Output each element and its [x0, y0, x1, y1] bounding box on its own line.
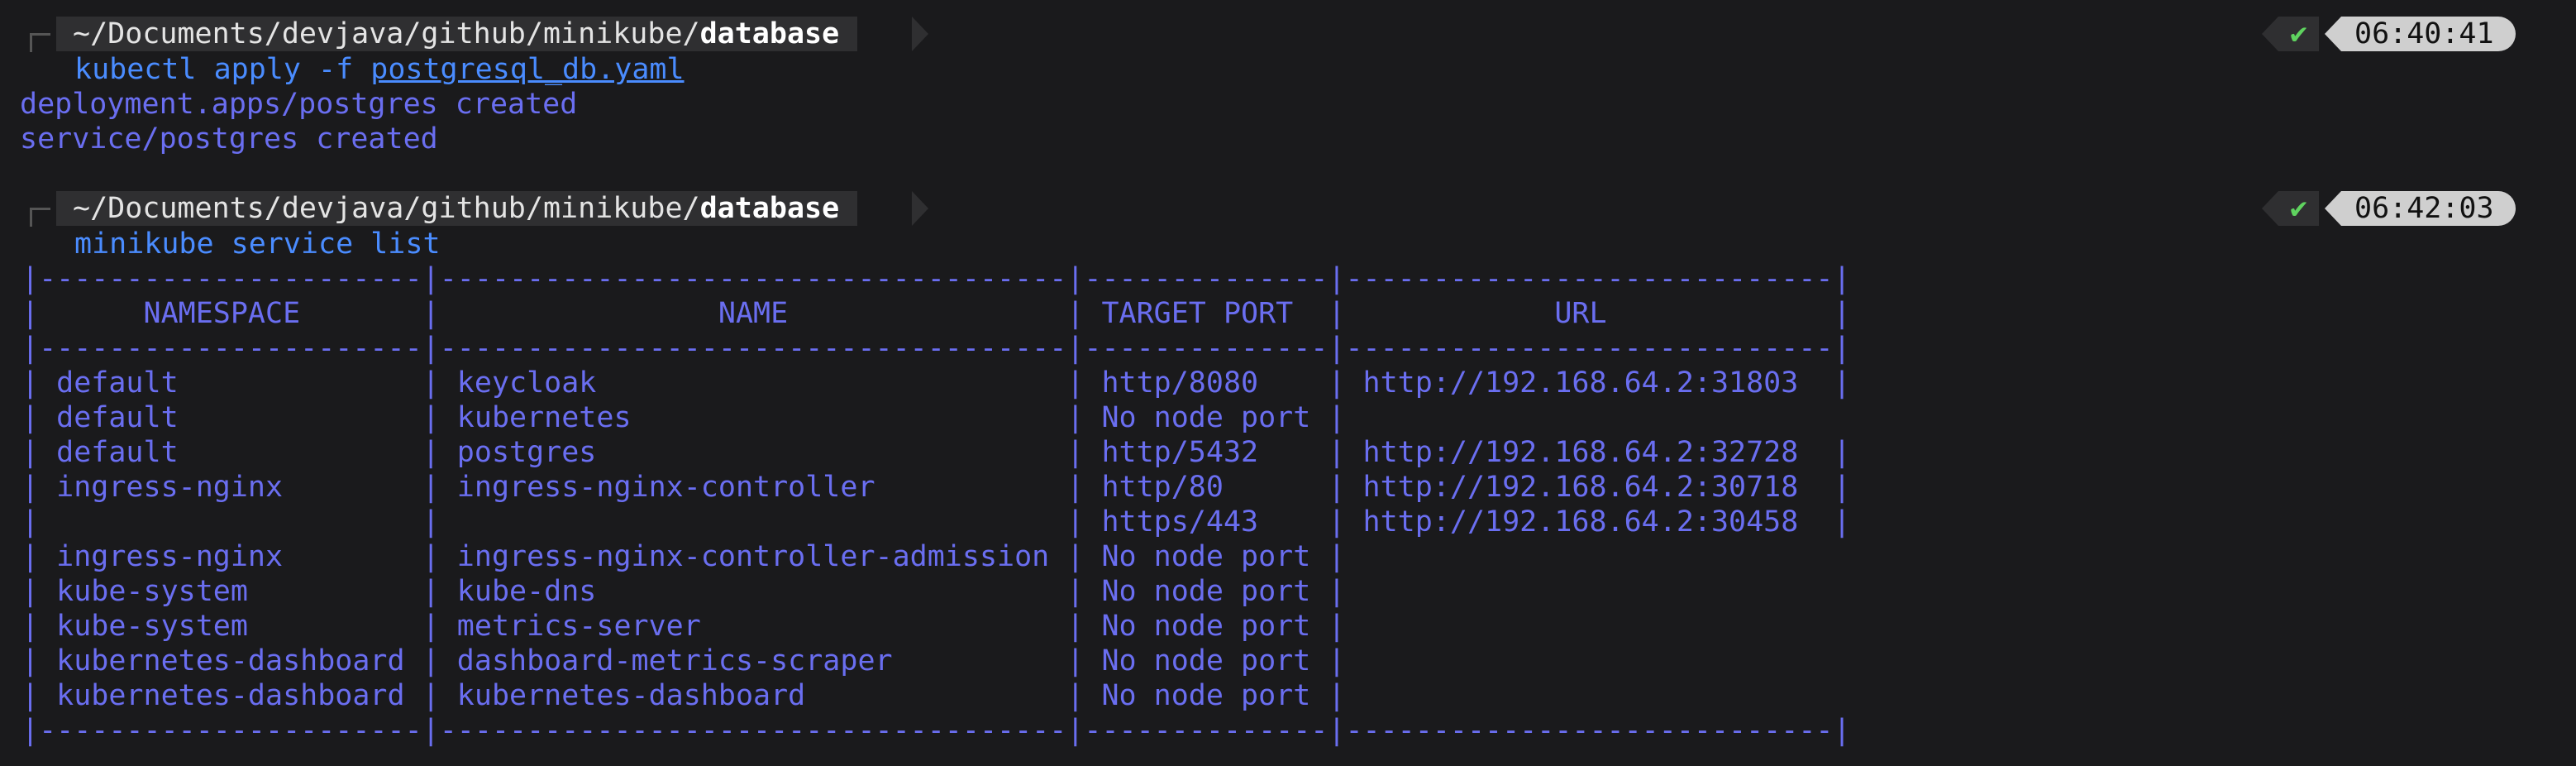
- table-row: | | | https/443 | http://192.168.64.2:30…: [21, 505, 1851, 539]
- time-arrow: [2325, 191, 2341, 226]
- prompt-arrow: [912, 17, 928, 51]
- output-line: deployment.apps/postgres created: [20, 88, 578, 121]
- prompt-path: ~/Documents/devjava/github/minikube/data…: [56, 191, 858, 226]
- table-row: | default | kubernetes | No node port |: [21, 401, 1346, 434]
- success-check-icon: ✔: [2278, 17, 2320, 51]
- prompt-time: 06:42:03: [2341, 191, 2516, 226]
- table-row: | kubernetes-dashboard | kubernetes-dash…: [21, 679, 1346, 712]
- table-row: | kube-system | kube-dns | No node port …: [21, 575, 1346, 608]
- path-dir: database: [699, 17, 840, 50]
- table-row: | kube-system | metrics-server | No node…: [21, 610, 1346, 643]
- output-line: service/postgres created: [20, 122, 438, 156]
- command-program: minikube: [74, 227, 214, 261]
- success-check-icon: ✔: [2278, 191, 2320, 226]
- table-row: | ingress-nginx | ingress-nginx-controll…: [21, 471, 1851, 504]
- table-row: | default | keycloak | http/8080 | http:…: [21, 366, 1851, 400]
- command-file-link[interactable]: postgresql_db.yaml: [370, 53, 684, 86]
- command-line: minikube service list: [74, 227, 441, 261]
- path-prefix: ~/Documents/devjava/github/minikube/: [73, 192, 700, 225]
- prompt-time: 06:40:41: [2341, 17, 2516, 51]
- prompt-bracket: [30, 33, 50, 52]
- command-args: apply -f: [213, 53, 354, 86]
- table-header-row: | NAMESPACE | NAME | TARGET PORT | URL |: [21, 297, 1851, 330]
- table-border: |----------------------|----------------…: [21, 262, 1851, 295]
- table-row: | kubernetes-dashboard | dashboard-metri…: [21, 644, 1346, 677]
- table-row: | default | postgres | http/5432 | http:…: [21, 436, 1851, 469]
- prompt-arrow: [912, 191, 928, 226]
- table-border: |----------------------|----------------…: [21, 714, 1851, 747]
- status-arrow: [2262, 191, 2278, 226]
- path-prefix: ~/Documents/devjava/github/minikube/: [73, 17, 700, 50]
- command-args: service list: [231, 227, 441, 261]
- table-border: |----------------------|----------------…: [21, 332, 1851, 365]
- command-program: kubectl: [74, 53, 197, 86]
- prompt-bracket: [30, 208, 50, 227]
- status-arrow: [2262, 17, 2278, 51]
- table-row: | ingress-nginx | ingress-nginx-controll…: [21, 540, 1346, 573]
- command-line: kubectl apply -f postgresql_db.yaml: [74, 52, 685, 87]
- time-arrow: [2325, 17, 2341, 51]
- path-dir: database: [699, 192, 840, 225]
- prompt-path: ~/Documents/devjava/github/minikube/data…: [56, 17, 858, 51]
